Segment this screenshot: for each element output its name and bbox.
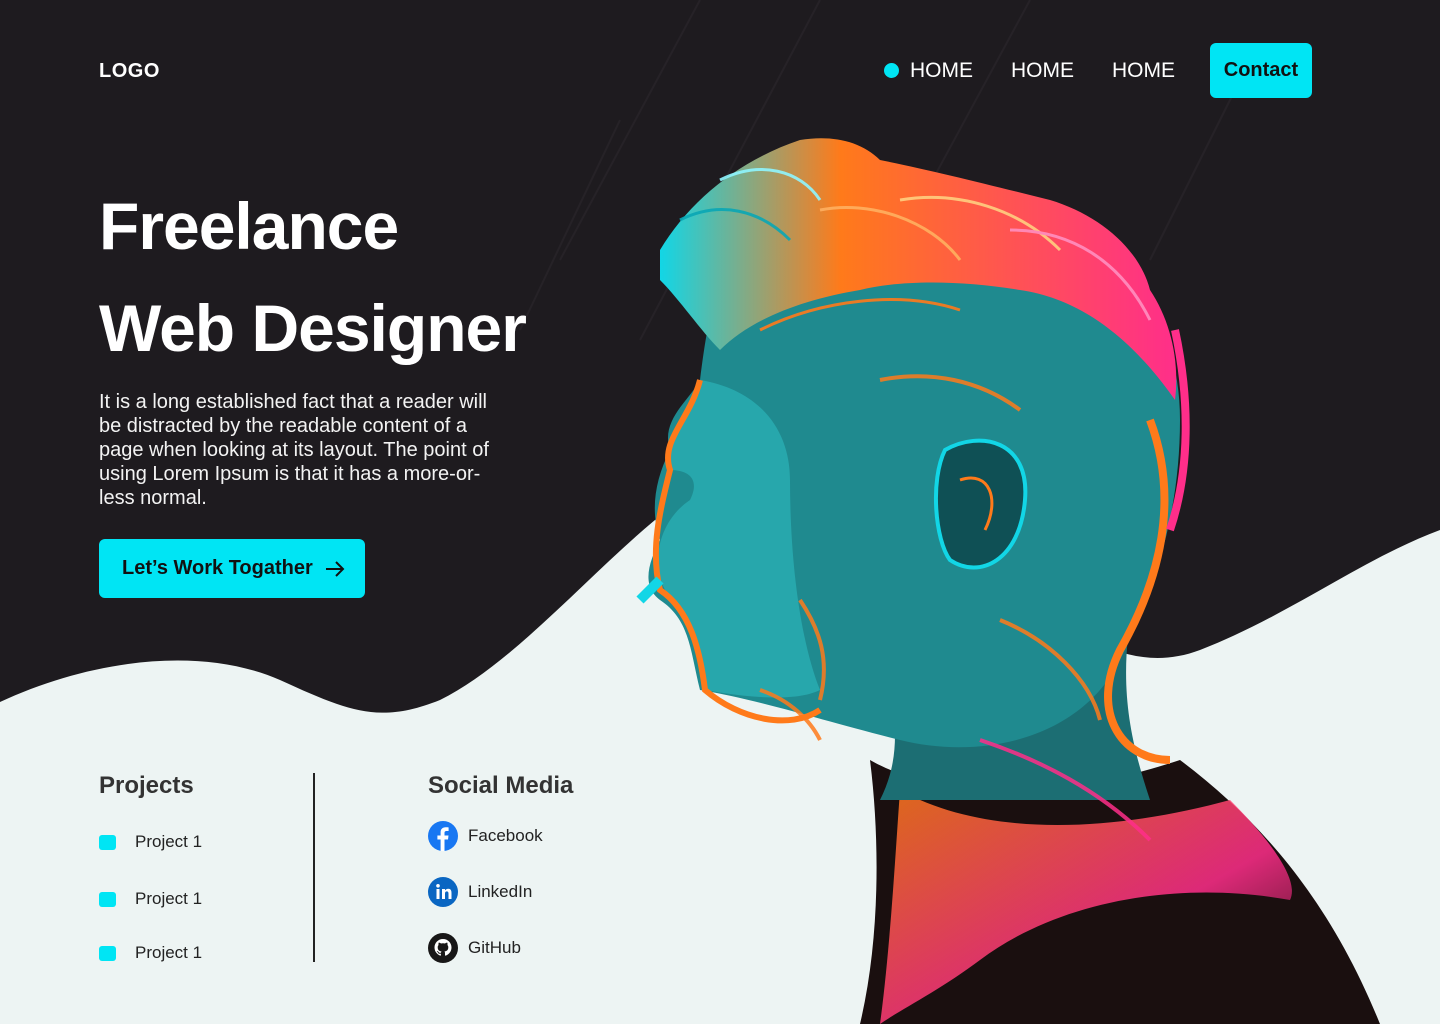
- linkedin-icon: [428, 877, 458, 907]
- project-bullet-icon: [99, 834, 116, 850]
- project-item[interactable]: Project 1: [99, 888, 202, 910]
- project-item[interactable]: Project 1: [99, 831, 202, 853]
- project-bullet-icon: [99, 945, 116, 961]
- nav-item-home-2[interactable]: HOME: [1011, 43, 1074, 98]
- social-label: Facebook: [468, 826, 543, 845]
- social-label: GitHub: [468, 938, 521, 957]
- arrow-right-icon: [325, 560, 345, 577]
- main-nav: HOME HOME HOME Contact: [0, 43, 1440, 98]
- social-link-github[interactable]: GitHub: [428, 933, 521, 963]
- project-label: Project 1: [135, 832, 203, 851]
- hero-description: It is a long established fact that a rea…: [99, 391, 489, 509]
- work-together-button[interactable]: Let’s Work Togather: [99, 539, 365, 598]
- contact-button[interactable]: Contact: [1210, 43, 1312, 98]
- github-icon: [428, 933, 458, 963]
- project-item[interactable]: Project 1: [99, 942, 202, 964]
- projects-title: Projects: [99, 772, 194, 799]
- facebook-icon: [428, 821, 458, 851]
- social-link-facebook[interactable]: Facebook: [428, 821, 543, 851]
- hero-title-line1: Freelance: [99, 189, 399, 263]
- project-label: Project 1: [135, 889, 203, 908]
- project-bullet-icon: [99, 891, 116, 907]
- section-divider: [313, 773, 315, 962]
- nav-item-home-3[interactable]: HOME: [1112, 43, 1175, 98]
- social-label: LinkedIn: [468, 882, 533, 901]
- portrait-illustration: [636, 138, 1380, 1024]
- hero-title-line2: Web Designer: [99, 291, 527, 365]
- social-media-title: Social Media: [428, 772, 574, 799]
- cta-label: Let’s Work Togather: [122, 557, 313, 579]
- project-label: Project 1: [135, 943, 203, 962]
- active-indicator-dot: [884, 63, 899, 78]
- social-link-linkedin[interactable]: LinkedIn: [428, 877, 532, 907]
- nav-item-home[interactable]: HOME: [910, 43, 973, 98]
